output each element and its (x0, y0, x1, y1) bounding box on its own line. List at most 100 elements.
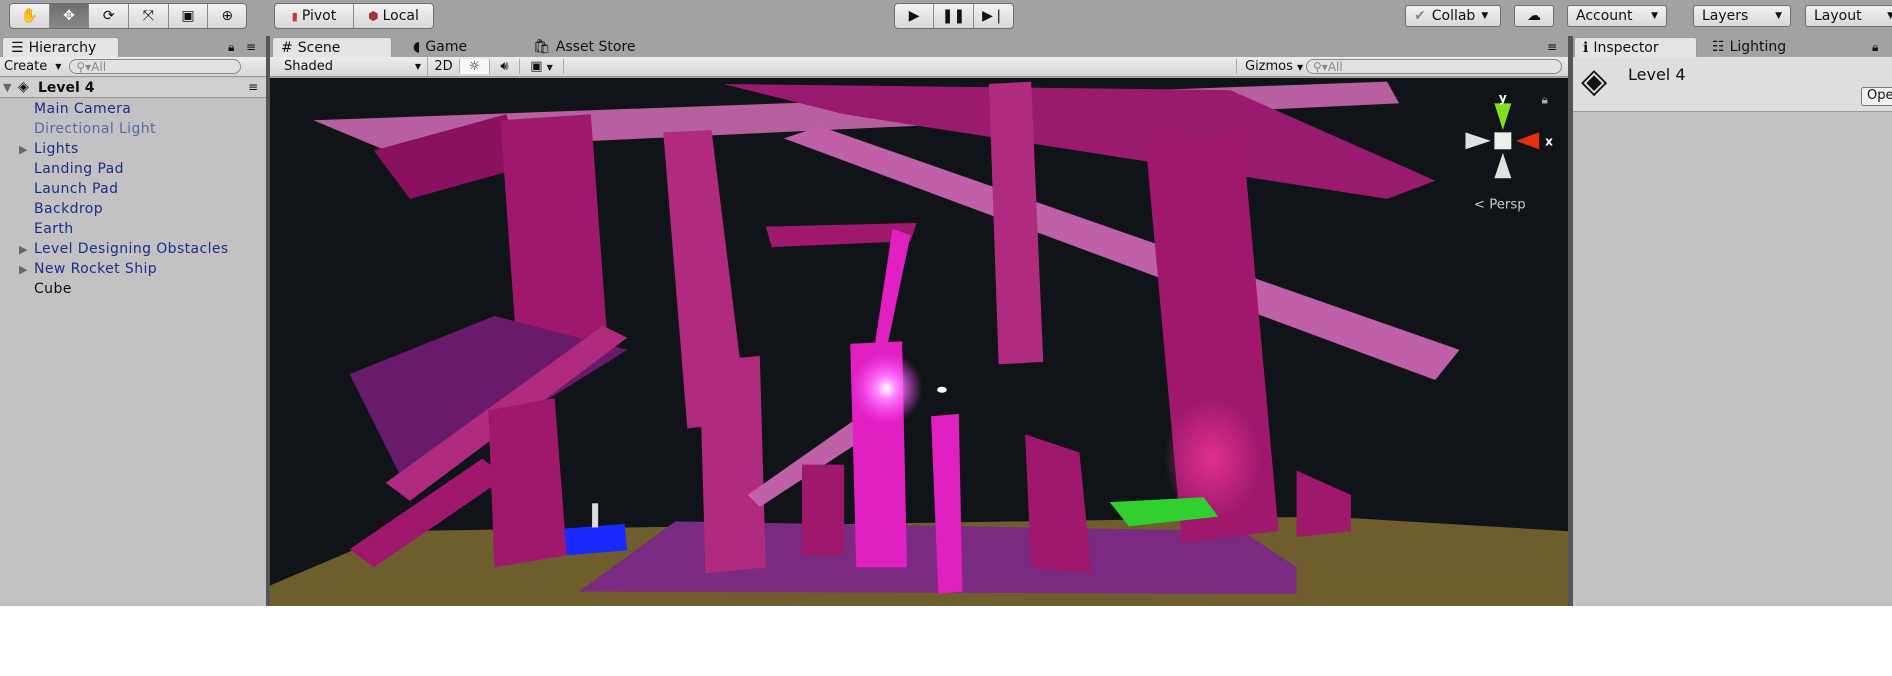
hierarchy-item[interactable]: Launch Pad (34, 181, 118, 197)
transform-icon: ⊕ (221, 8, 234, 24)
search-icon: ⚲▾ (76, 59, 92, 74)
check-icon: ✔ (1414, 8, 1426, 24)
pivot-button[interactable]: ▮ Pivot (275, 4, 354, 28)
cube-icon: ⬢ (368, 9, 379, 23)
layers-dropdown[interactable]: Layers ▼ (1693, 5, 1791, 27)
scene-viewport[interactable]: y x < Persp 🔒︎ (270, 78, 1568, 606)
hierarchy-item[interactable]: Level Designing Obstacles (34, 241, 229, 257)
create-dropdown[interactable]: Create (4, 59, 47, 74)
scene-header[interactable]: ▼ ◈ Level 4 ≡ (0, 78, 266, 98)
scene-toolbar: Shaded ▼ 2D ☼ 🔊︎ ▣ ▼ Gizmos ▼ ⚲▾ All (270, 57, 1568, 77)
expand-arrow-icon[interactable]: ▶ (19, 243, 27, 256)
effects-dropdown[interactable]: ▣ ▼ (520, 59, 564, 74)
persp-label[interactable]: < Persp (1474, 197, 1526, 212)
rect-icon: ▣ (181, 8, 195, 24)
hierarchy-item[interactable]: Earth (34, 221, 74, 237)
cloud-icon: ☁ (1527, 8, 1541, 24)
obstacle (801, 464, 845, 556)
layout-dropdown[interactable]: Layout ▼ (1805, 5, 1892, 27)
dropdown-arrow-icon: ▼ (55, 62, 62, 71)
open-button[interactable]: Ope (1861, 87, 1892, 106)
point-light-glow (850, 352, 923, 425)
game-icon: ◖ (413, 39, 421, 55)
local-button[interactable]: ⬢ Local (354, 4, 433, 28)
obstacle (488, 398, 567, 568)
unity-icon: ◈ (18, 79, 29, 95)
expand-arrow-icon[interactable]: ▼ (3, 81, 11, 94)
tab-inspector[interactable]: ℹ Inspector (1574, 37, 1697, 57)
scale-icon: ⤧ (142, 8, 154, 24)
cloud-button[interactable]: ☁ (1514, 5, 1554, 27)
image-icon: ▣ (530, 59, 543, 74)
collab-button[interactable]: ✔ Collab ▼ (1405, 5, 1501, 27)
store-icon: 🛍︎ (533, 39, 551, 55)
sun-icon: ☼ (468, 59, 481, 74)
scene-search-input[interactable]: ⚲▾ All (1306, 59, 1562, 74)
hierarchy-item[interactable]: Main Camera (34, 101, 131, 117)
lock-icon[interactable]: 🔒︎ (1541, 92, 1547, 106)
tab-scene[interactable]: # Scene (272, 37, 392, 57)
hierarchy-panel: Create ▼ ⚲▾ All ▼ ◈ Level 4 ≡ Main Camera … (0, 57, 266, 606)
tab-hierarchy[interactable]: ☰ Hierarchy (2, 37, 119, 57)
pause-icon: ❚❚ (941, 8, 966, 24)
lighting-icon: ☷ (1712, 39, 1725, 55)
scene-menu-icon[interactable]: ≡ (248, 80, 258, 94)
move-tool-button[interactable]: ✥ (49, 4, 90, 28)
hierarchy-search-input[interactable]: ⚲▾ All (69, 59, 242, 74)
dropdown-arrow-icon: ▼ (1481, 11, 1489, 21)
search-icon: ⚲▾ (1313, 59, 1328, 74)
dropdown-arrow-icon: ▼ (1297, 63, 1304, 72)
play-button[interactable]: ▶ (895, 4, 935, 28)
expand-arrow-icon[interactable]: ▶ (19, 263, 27, 276)
step-button[interactable]: ▶❘ (974, 4, 1013, 28)
hand-icon: ✋ (20, 8, 39, 24)
lock-icon[interactable]: 🔒︎ (1872, 40, 1878, 55)
speaker-icon: 🔊︎ (500, 59, 509, 74)
info-icon: ℹ (1583, 39, 1589, 56)
inspector-panel: ◈ Level 4 Ope (1573, 57, 1892, 606)
account-dropdown[interactable]: Account ▼ (1567, 5, 1667, 27)
tab-game[interactable]: ◖ Game (405, 37, 475, 57)
expand-arrow-icon[interactable]: ▶ (19, 143, 27, 156)
transform-tool-button[interactable]: ⊕ (208, 4, 246, 28)
y-axis-label: y (1499, 91, 1507, 105)
inspector-header: ◈ Level 4 Ope (1573, 57, 1892, 112)
play-icon: ▶ (908, 8, 920, 24)
hierarchy-item[interactable]: New Rocket Ship (34, 261, 157, 277)
obstacle (699, 355, 766, 574)
dropdown-arrow-icon: ▼ (1651, 11, 1658, 21)
tab-asset-store[interactable]: 🛍︎ Asset Store (525, 37, 644, 57)
2d-toggle[interactable]: 2D (428, 59, 460, 74)
scale-tool-button[interactable]: ⤧ (129, 4, 169, 28)
panel-menu-icon[interactable]: ≡ (246, 40, 256, 54)
dropdown-arrow-icon: ▼ (1775, 11, 1782, 21)
dropdown-arrow-icon: ▼ (1887, 11, 1892, 21)
rotate-tool-button[interactable]: ⟳ (89, 4, 130, 28)
x-axis-label: x (1545, 135, 1553, 149)
shading-dropdown[interactable]: Shaded ▼ (270, 57, 428, 76)
light-gizmo-icon (937, 386, 947, 393)
grid-icon: # (281, 39, 293, 56)
launch-pad (564, 523, 628, 556)
lock-icon[interactable]: 🔒︎ (228, 40, 234, 55)
hierarchy-item[interactable]: Directional Light (34, 121, 156, 137)
pivot-toggle: ▮ Pivot ⬢ Local (274, 3, 434, 29)
hierarchy-item[interactable]: Lights (34, 141, 79, 157)
unity-logo-icon: ◈ (1581, 61, 1608, 101)
rect-tool-button[interactable]: ▣ (169, 4, 209, 28)
step-icon: ▶❘ (982, 8, 1005, 24)
hierarchy-item[interactable]: Backdrop (34, 201, 103, 217)
hand-tool-button[interactable]: ✋ (10, 4, 50, 28)
dropdown-arrow-icon: ▼ (546, 63, 553, 72)
pause-button[interactable]: ❚❚ (934, 4, 974, 28)
tab-lighting[interactable]: ☷ Lighting (1704, 37, 1794, 57)
panel-menu-icon[interactable]: ≡ (1547, 40, 1557, 54)
play-controls: ▶ ❚❚ ▶❘ (894, 3, 1014, 29)
audio-toggle[interactable]: 🔊︎ (490, 59, 520, 74)
hierarchy-item[interactable]: Landing Pad (34, 161, 124, 177)
rocket-ship (592, 503, 599, 528)
hierarchy-item[interactable]: Cube (34, 281, 72, 297)
gizmo-center-cube[interactable] (1494, 132, 1512, 150)
gizmos-dropdown[interactable]: Gizmos ▼ (1236, 59, 1306, 74)
lighting-toggle[interactable]: ☼ (460, 59, 490, 74)
